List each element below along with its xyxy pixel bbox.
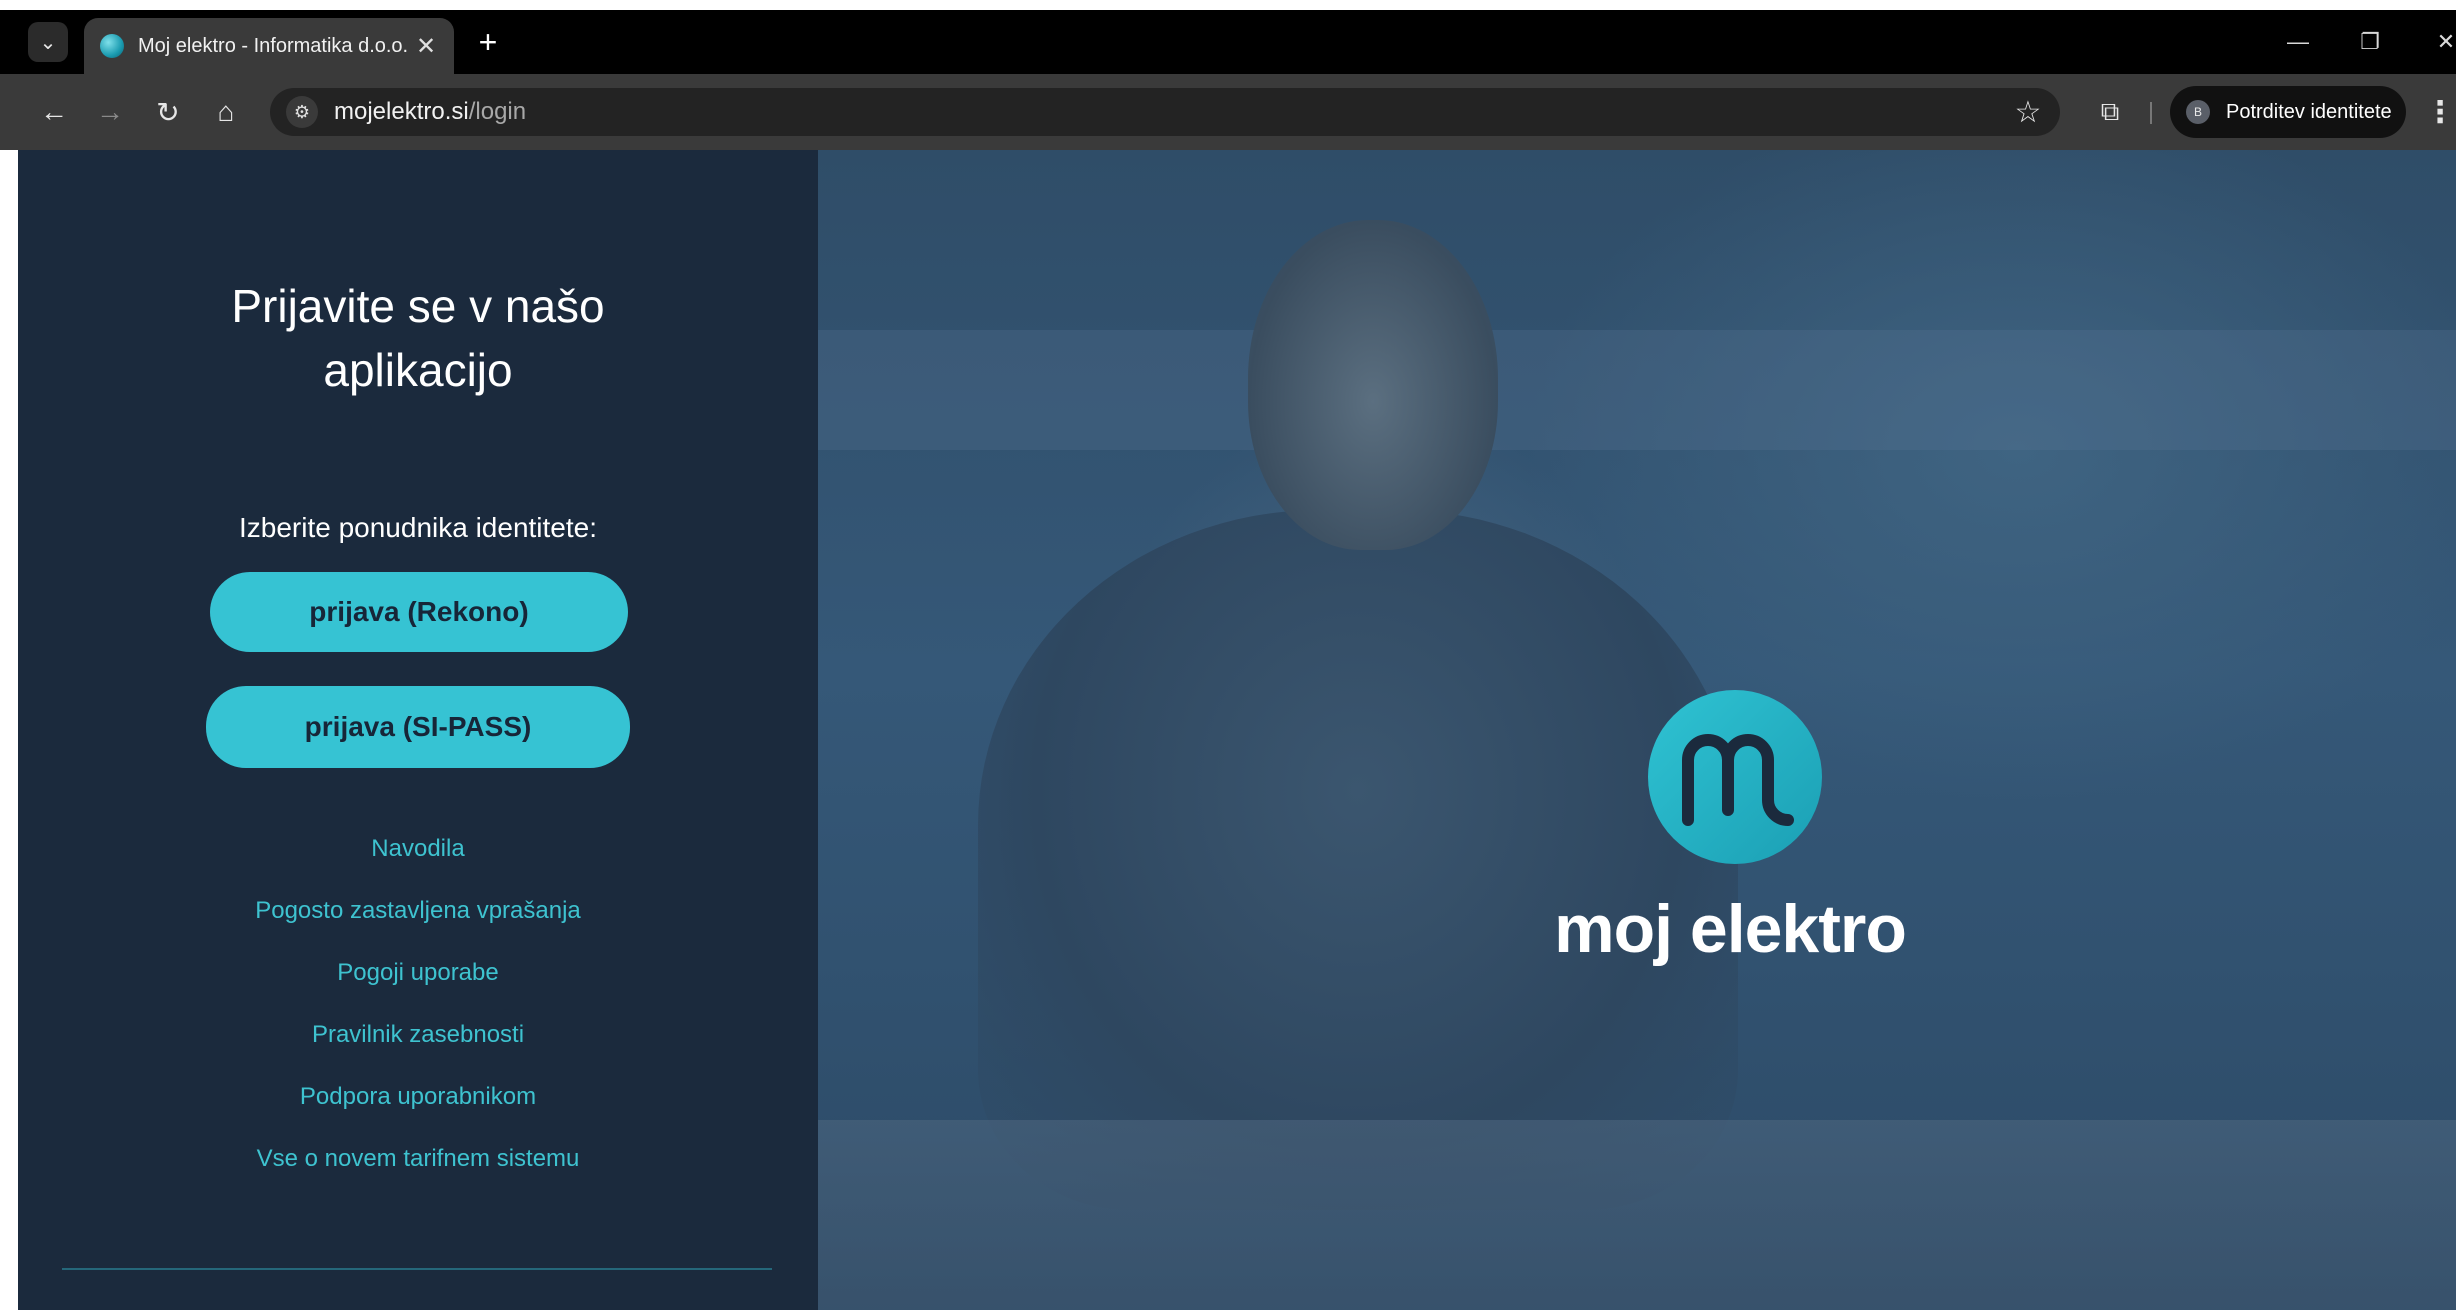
tab-title: Moj elektro - Informatika d.o.o. bbox=[138, 34, 409, 57]
address-bar[interactable]: ⚙ mojelektro.si/login bbox=[270, 88, 2060, 136]
identity-provider-prompt: Izberite ponudnika identitete: bbox=[238, 512, 598, 543]
close-icon[interactable]: ✕ bbox=[414, 32, 438, 61]
hero-desk bbox=[818, 1120, 2456, 1310]
page-title-line1: Prijavite se v našo bbox=[231, 280, 605, 332]
restore-icon[interactable]: ❐ bbox=[2350, 24, 2390, 60]
home-icon[interactable]: ⌂ bbox=[206, 92, 246, 132]
help-links: Navodila Pogosto zastavljena vprašanja P… bbox=[18, 818, 818, 1190]
window-top-edge bbox=[0, 0, 2456, 10]
avatar: B bbox=[2186, 100, 2210, 124]
url-host: mojelektro.si bbox=[334, 98, 469, 125]
link-privacy[interactable]: Pravilnik zasebnosti bbox=[18, 1004, 818, 1066]
browser-tab-active[interactable]: Moj elektro - Informatika d.o.o. ✕ bbox=[84, 18, 454, 74]
window-close-icon[interactable]: ✕ bbox=[2426, 24, 2456, 60]
link-support[interactable]: Podpora uporabnikom bbox=[18, 1066, 818, 1128]
panel-divider bbox=[62, 1268, 772, 1270]
chevron-down-icon: ⌄ bbox=[39, 31, 57, 54]
url-path: /login bbox=[468, 98, 527, 125]
link-faq[interactable]: Pogosto zastavljena vprašanja bbox=[18, 880, 818, 942]
logo-mark-icon bbox=[1648, 690, 1822, 864]
arrow-right-icon[interactable]: → bbox=[90, 92, 130, 132]
profile-button[interactable]: B Potrditev identitete bbox=[2170, 86, 2406, 138]
hero-image: moj elektro bbox=[818, 150, 2456, 1310]
logo-wordmark: moj elektro bbox=[1554, 891, 1907, 967]
login-sipass-button[interactable]: prijava (SI-PASS) bbox=[206, 686, 630, 768]
toolbar-divider bbox=[2150, 102, 2152, 124]
browser-tab-strip: ⌄ Moj elektro - Informatika d.o.o. ✕ + —… bbox=[0, 10, 2456, 74]
page-viewport: Prijavite se v našo aplikacijo Izberite … bbox=[18, 150, 2456, 1310]
hero-person-head bbox=[1248, 220, 1498, 550]
minimize-icon[interactable]: — bbox=[2278, 24, 2318, 60]
reload-icon[interactable]: ↻ bbox=[148, 92, 188, 132]
tab-search-button[interactable]: ⌄ bbox=[28, 22, 68, 62]
puzzle-icon[interactable]: ⧉ bbox=[2090, 92, 2130, 132]
arrow-left-icon[interactable]: ← bbox=[34, 92, 74, 132]
moj-elektro-logo: moj elektro bbox=[1530, 690, 1930, 980]
link-terms[interactable]: Pogoji uporabe bbox=[18, 942, 818, 1004]
link-tariff-system[interactable]: Vse o novem tarifnem sistemu bbox=[18, 1128, 818, 1190]
link-navodila[interactable]: Navodila bbox=[18, 818, 818, 880]
page-title: Prijavite se v našo aplikacijo bbox=[18, 274, 818, 402]
browser-toolbar: ← → ↻ ⌂ ⚙ mojelektro.si/login ☆ ⧉ B Potr… bbox=[0, 74, 2456, 150]
star-icon[interactable]: ☆ bbox=[2008, 92, 2048, 132]
profile-label: Potrditev identitete bbox=[2226, 100, 2392, 123]
hero-background-windows bbox=[818, 330, 2456, 450]
kebab-menu-icon[interactable]: ⋮ bbox=[2425, 92, 2455, 132]
favicon-icon bbox=[100, 34, 124, 58]
login-rekono-button[interactable]: prijava (Rekono) bbox=[210, 572, 628, 652]
login-panel: Prijavite se v našo aplikacijo Izberite … bbox=[18, 150, 818, 1310]
tune-icon[interactable]: ⚙ bbox=[286, 96, 318, 128]
new-tab-button[interactable]: + bbox=[470, 24, 506, 60]
page-title-line2: aplikacijo bbox=[323, 344, 513, 396]
